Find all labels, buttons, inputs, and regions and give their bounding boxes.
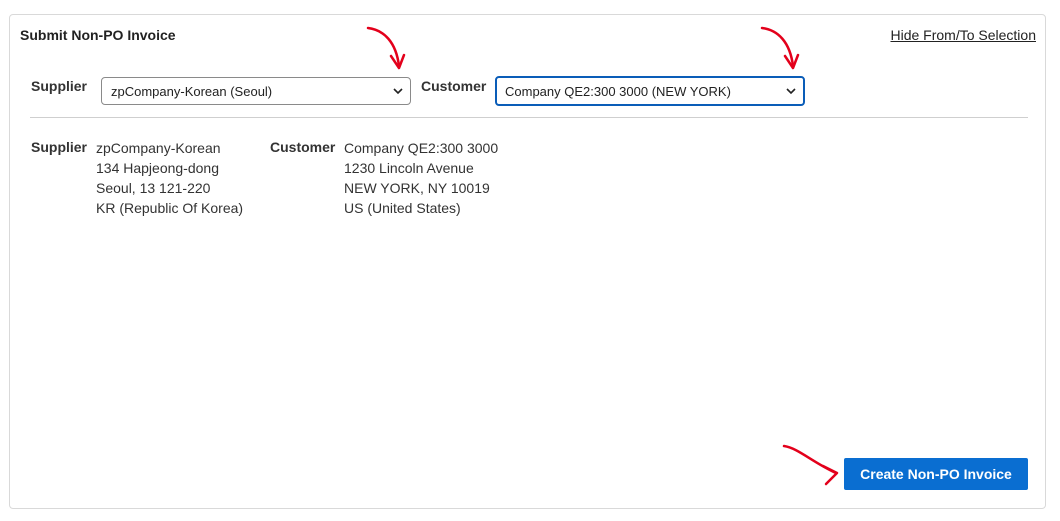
red-arrow-annotation-icon — [760, 26, 800, 70]
customer-select[interactable]: Company QE2:300 3000 (NEW YORK) — [495, 76, 805, 106]
submit-invoice-panel: Submit Non-PO Invoice Hide From/To Selec… — [9, 14, 1046, 509]
supplier-select[interactable]: zpCompany-Korean (Seoul) — [101, 77, 411, 105]
supplier-select-label: Supplier — [31, 78, 88, 94]
red-arrow-annotation-icon — [782, 444, 839, 486]
customer-address-line: 1230 Lincoln Avenue — [344, 160, 474, 176]
customer-address-label: Customer — [270, 139, 336, 155]
supplier-address-line: KR (Republic Of Korea) — [96, 200, 244, 216]
customer-address-line: Company QE2:300 3000 — [344, 140, 499, 156]
panel-title: Submit Non-PO Invoice — [20, 27, 176, 43]
customer-address-line: NEW YORK, NY 10019 — [344, 180, 490, 196]
supplier-address-line: Seoul, 13 121-220 — [96, 180, 211, 196]
chevron-down-icon — [393, 88, 403, 95]
supplier-address-line: 134 Hapjeong-dong — [96, 160, 219, 176]
create-non-po-invoice-button[interactable]: Create Non-PO Invoice — [844, 458, 1028, 490]
hide-from-to-selection-link[interactable]: Hide From/To Selection — [890, 27, 1036, 43]
customer-select-value: Company QE2:300 3000 (NEW YORK) — [505, 83, 731, 99]
red-arrow-annotation-icon — [366, 26, 406, 70]
customer-address: Company QE2:300 3000 1230 Lincoln Avenue… — [344, 138, 498, 218]
section-divider — [30, 117, 1028, 118]
supplier-address-line: zpCompany-Korean — [96, 140, 221, 156]
supplier-address: zpCompany-Korean 134 Hapjeong-dong Seoul… — [96, 138, 243, 218]
supplier-address-label: Supplier — [31, 139, 88, 155]
customer-select-label: Customer — [421, 78, 487, 94]
chevron-down-icon — [786, 88, 796, 95]
supplier-select-value: zpCompany-Korean (Seoul) — [111, 83, 273, 99]
customer-address-line: US (United States) — [344, 200, 461, 216]
